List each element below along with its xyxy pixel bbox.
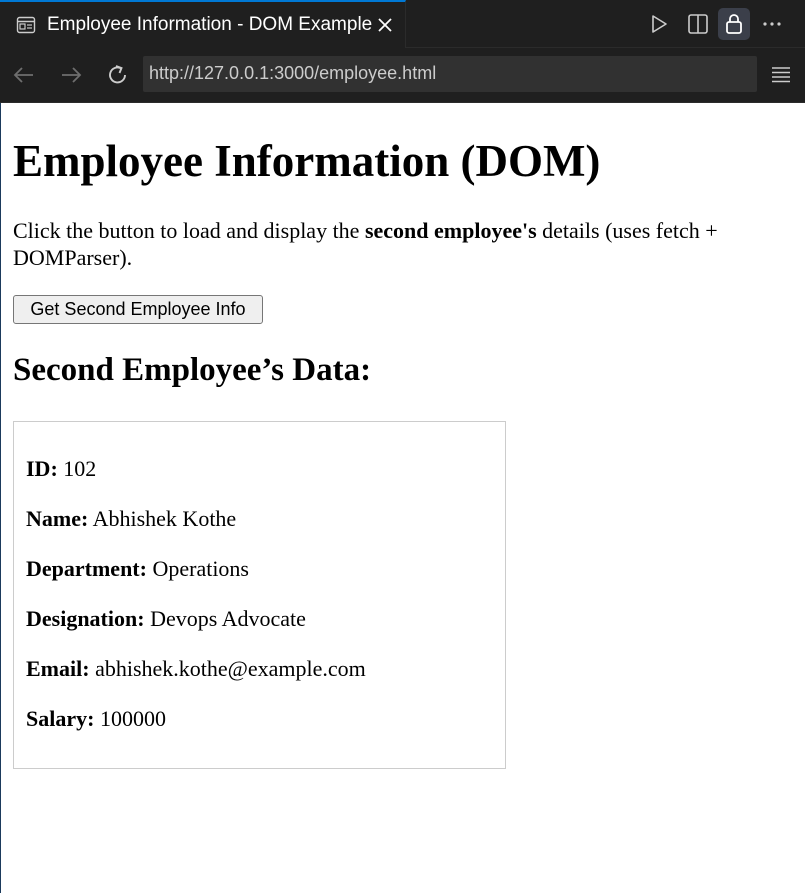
editor-tab-bar: Employee Information - DOM Example <box>0 0 805 48</box>
run-icon[interactable] <box>647 12 671 36</box>
field-label: Email: <box>26 656 90 681</box>
employee-designation: Designation: Devops Advocate <box>26 606 306 632</box>
field-value: Abhishek Kothe <box>92 506 237 531</box>
lock-icon <box>726 14 742 34</box>
employee-department: Department: Operations <box>26 556 249 582</box>
page-title: Employee Information (DOM) <box>13 136 601 186</box>
field-value: Devops Advocate <box>150 606 306 631</box>
lock-editor-button[interactable] <box>718 8 750 40</box>
field-value: 102 <box>63 456 97 481</box>
employee-card: ID: 102 Name: Abhishek Kothe Department:… <box>13 421 506 769</box>
field-label: ID: <box>26 456 58 481</box>
reload-icon[interactable] <box>105 62 131 88</box>
back-arrow-icon[interactable] <box>11 62 37 88</box>
browser-nav-bar: http://127.0.0.1:3000/employee.html <box>0 48 805 103</box>
editor-tab[interactable]: Employee Information - DOM Example <box>0 0 406 48</box>
section-heading: Second Employee’s Data: <box>13 352 372 388</box>
field-value: 100000 <box>99 706 166 731</box>
split-editor-icon[interactable] <box>686 12 710 36</box>
browser-preview-icon <box>16 16 36 34</box>
more-actions-icon[interactable] <box>760 12 784 36</box>
field-label: Salary: <box>26 706 95 731</box>
field-value: abhishek.kothe@example.com <box>95 656 366 681</box>
intro-emphasis: second employee's <box>364 218 537 243</box>
field-label: Department: <box>26 556 147 581</box>
employee-email: Email: abhishek.kothe@example.com <box>26 656 366 682</box>
forward-arrow-icon[interactable] <box>58 62 84 88</box>
menu-icon[interactable] <box>770 64 792 86</box>
close-icon[interactable] <box>376 16 394 34</box>
field-value: Operations <box>152 556 249 581</box>
url-text: http://127.0.0.1:3000/employee.html <box>149 63 437 83</box>
employee-id: ID: 102 <box>26 456 96 482</box>
web-page: Employee Information (DOM) Click the but… <box>0 103 805 893</box>
url-input[interactable]: http://127.0.0.1:3000/employee.html <box>143 56 757 92</box>
tab-title: Employee Information - DOM Example <box>47 14 373 35</box>
intro-prefix: Click the button to load and display the <box>13 218 365 243</box>
get-employee-button[interactable]: Get Second Employee Info <box>13 295 263 324</box>
employee-salary: Salary: 100000 <box>26 706 166 732</box>
employee-name: Name: Abhishek Kothe <box>26 506 236 532</box>
field-label: Designation: <box>26 606 145 631</box>
field-label: Name: <box>26 506 89 531</box>
intro-text: Click the button to load and display the… <box>13 217 793 271</box>
